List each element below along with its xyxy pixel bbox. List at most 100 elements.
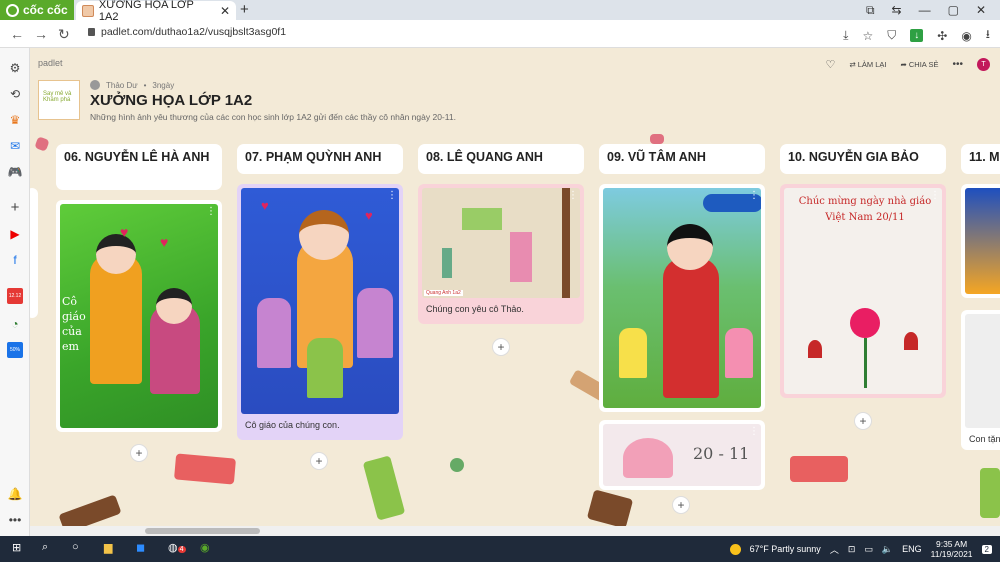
settings-icon[interactable]: ⚙ [7,60,23,76]
drawing-figure [619,328,647,378]
weather-text[interactable]: 67°F Partly sunny [750,544,821,554]
post-card[interactable]: Chúc mừng ngày nhà giáo Việt Nam 20/11 ⋮ [780,184,946,398]
drawing-tree [562,188,570,298]
notification-bell-icon[interactable]: 🔔 [7,486,23,502]
youtube-icon[interactable]: ▶ [7,226,23,242]
extensions-icon[interactable]: ✣ [937,29,947,43]
add-icon[interactable]: + [7,200,23,216]
more-icon[interactable]: ••• [7,512,23,528]
post-card[interactable]: Con tặng [961,310,1000,450]
windows-start-icon[interactable]: ⊞ [12,541,21,554]
heart-drawing-icon: ♥ [160,234,169,250]
network-icon[interactable]: ⊡ [848,544,856,555]
shop-badge[interactable]: 12.12 [7,288,23,304]
clock[interactable]: 9:35 AM 11/19/2021 [931,539,973,559]
volume-icon[interactable]: 🔈 [882,544,893,555]
post-menu-icon[interactable]: ⋮ [930,190,940,201]
remake-label: LÀM LẠI [857,60,887,69]
column-heading[interactable]: 10. NGUYỄN GIA BẢO [780,144,946,174]
reload-icon[interactable]: ↻ [58,26,70,43]
column-heading[interactable]: 11. MA [961,144,1000,174]
battery-icon[interactable]: ▭ [864,544,873,555]
browser-tab[interactable]: XƯỞNG HỌA LỚP 1A2 ✕ [76,0,236,23]
add-post-button[interactable]: + [310,452,328,470]
post-card[interactable]: 20 - 11 ⋮ [599,420,765,490]
chat-icon[interactable]: ◔ [7,316,23,332]
coccoc-taskbar-icon[interactable]: ◉ [200,541,210,554]
more-options-icon[interactable]: ••• [952,59,963,70]
column-heading[interactable]: 08. LÊ QUANG ANH [418,144,584,174]
heart-drawing-icon: ♥ [120,224,129,240]
thumbnail-text: Say mê và Khám phá [43,91,72,103]
post-menu-icon[interactable]: ⋮ [749,190,759,201]
post-image: Quang Anh 1a2 [422,188,580,298]
padlet-label[interactable]: padlet [38,58,63,68]
facebook-icon[interactable]: f [7,252,23,268]
drawing-sign [462,208,502,230]
column-heading[interactable]: 06. NGUYỄN LÊ HÀ ANH [56,144,222,190]
post-card[interactable] [961,184,1000,298]
padlet-page: padlet ♡ ⇄ LÀM LẠI ➦ CHIA SẺ ••• T Say m… [30,48,1000,536]
time-text: 9:35 AM [935,539,968,549]
post-menu-icon[interactable]: ⋮ [387,190,397,201]
post-menu-icon[interactable]: ⋮ [568,190,578,201]
messenger-icon[interactable]: ✉ [7,138,23,154]
game-icon[interactable]: 🎮 [7,164,23,180]
share-button[interactable]: ➦ CHIA SẺ [901,60,939,69]
downloads-icon[interactable]: ⭳ [986,25,990,46]
post-card[interactable]: ⋮ [599,184,765,412]
bookmark-star-icon[interactable]: ☆ [862,29,873,43]
add-post-button[interactable]: + [854,412,872,430]
notification-count[interactable]: 2 [981,544,992,554]
horizontal-scrollbar[interactable] [30,526,1000,536]
page-subtitle: Những hình ảnh yêu thương của các con họ… [90,112,456,122]
post-image: ♥ ♥ [241,188,399,414]
sale-badge[interactable]: 50% [7,342,23,358]
language-icon[interactable]: ENG [902,544,922,554]
drawing-figure [357,288,393,358]
padlet-thumbnail: Say mê và Khám phá [38,80,80,120]
back-icon[interactable]: ← [10,26,24,42]
column-heading[interactable]: 07. PHẠM QUỲNH ANH [237,144,403,174]
browser-brand[interactable]: cốc cốc [0,0,74,20]
post-card[interactable]: ♥ ♥ Cô giáo của chúng con. ⋮ [237,184,403,440]
task-view-icon[interactable]: ○ [72,541,79,553]
post-card[interactable]: Quang Anh 1a2 Chúng con yêu cô Thảo. ⋮ [418,184,584,324]
maximize-icon[interactable]: ▢ [948,3,959,17]
post-menu-icon[interactable]: ⋮ [206,206,216,217]
zoom-icon[interactable]: ◼ [136,541,145,554]
add-post-button[interactable]: + [672,496,690,514]
tray-chevron-icon[interactable]: ︿ [830,543,839,556]
drawing-stem [864,338,867,388]
minimize-icon[interactable]: — [919,3,931,17]
post-menu-icon[interactable]: ⋮ [749,426,759,437]
file-explorer-icon[interactable]: ▆ [104,541,112,554]
new-tab-icon[interactable]: + [240,1,249,18]
heart-icon[interactable]: ♡ [826,58,836,71]
profile-icon[interactable]: ◉ [961,29,971,43]
partial-card[interactable] [30,188,38,318]
close-window-icon[interactable]: ✕ [976,3,986,17]
search-icon[interactable]: ⌕ [42,541,48,554]
padlet-actions: ♡ ⇄ LÀM LẠI ➦ CHIA SẺ ••• T [826,58,990,71]
history-icon[interactable]: ⟲ [7,86,23,102]
url-field[interactable]: padlet.com/duthao1a2/vusqjbslt3asg0f1 [88,26,286,38]
download-icon[interactable]: ↓ [910,29,924,42]
scrollbar-thumb[interactable] [145,528,260,534]
column-heading[interactable]: 09. VŨ TÂM ANH [599,144,765,174]
user-avatar[interactable]: T [977,58,990,71]
chrome-icon[interactable]: ◍ 4 [168,541,186,554]
forward-icon[interactable]: → [34,26,48,42]
remake-button[interactable]: ⇄ LÀM LẠI [849,60,886,69]
install-icon[interactable]: ⤓ [843,28,848,43]
post-card[interactable]: Cô giáo của em ♥ ♥ ⋮ [56,200,222,432]
close-tab-icon[interactable]: ✕ [220,4,230,18]
tab-favicon-icon [82,4,94,17]
screenshot-icon[interactable]: ⧉ [866,3,875,18]
shield-icon[interactable]: ⛉ [887,28,896,43]
author-avatar [90,80,100,90]
sidebar-toggle-icon[interactable]: ⇆ [892,3,902,17]
crown-icon[interactable]: ♛ [7,112,23,128]
add-post-button[interactable]: + [130,444,148,462]
add-post-button[interactable]: + [492,338,510,356]
